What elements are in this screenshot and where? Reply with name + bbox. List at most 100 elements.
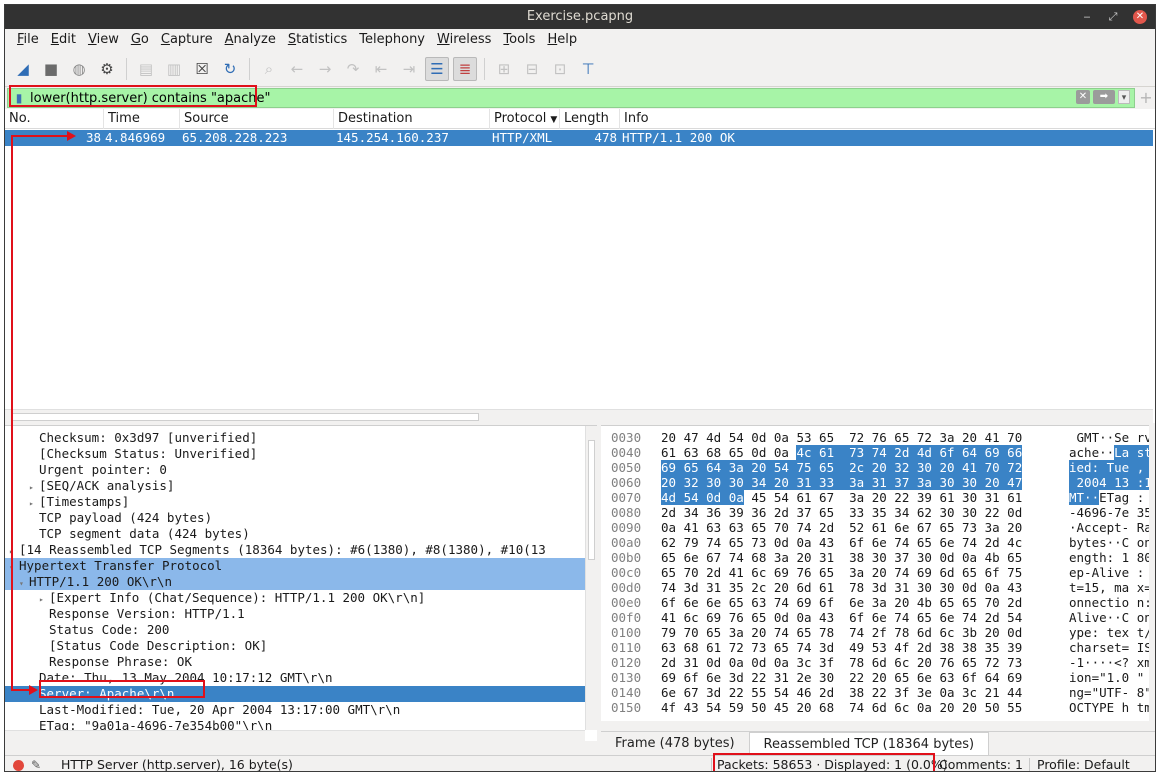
col-header-length[interactable]: Length xyxy=(559,109,619,129)
zoom-in-icon[interactable]: ⊞ xyxy=(492,57,516,81)
colorize-icon[interactable]: ≣ xyxy=(453,56,477,81)
clear-filter-icon[interactable]: ✕ xyxy=(1076,90,1090,104)
minimize-icon[interactable]: ‒ xyxy=(1081,11,1093,23)
menu-tools[interactable]: Tools xyxy=(497,29,541,51)
display-filter-input[interactable]: lower(http.server) contains "apache" xyxy=(30,91,270,106)
hex-row[interactable]: 00a0 62 79 74 65 73 0d 0a 43 6f 6e 74 65 … xyxy=(601,535,1153,550)
col-header-no[interactable]: No. xyxy=(5,109,103,129)
resize-columns-icon[interactable]: ⊤ xyxy=(576,57,600,81)
tree-item[interactable]: [Status Code Description: OK] xyxy=(5,638,585,654)
last-packet-icon[interactable]: ⇥ xyxy=(397,57,421,81)
col-header-info[interactable]: Info xyxy=(619,109,1153,129)
hex-offset: 00e0 xyxy=(611,595,642,610)
hex-row[interactable]: 00b0 65 6e 67 74 68 3a 20 31 38 30 37 30 … xyxy=(601,550,1153,565)
tree-item[interactable]: Date: Thu, 13 May 2004 10:17:12 GMT\r\n xyxy=(5,670,585,686)
display-filter-bar[interactable]: ▮ lower(http.server) contains "apache" ✕… xyxy=(7,88,1135,108)
tree-item[interactable]: [Checksum Status: Unverified] xyxy=(5,446,585,462)
menu-mnemonic: C xyxy=(160,32,170,47)
tree-item[interactable]: TCP segment data (424 bytes) xyxy=(5,526,585,542)
apply-filter-icon[interactable]: ➡ xyxy=(1093,90,1115,104)
hex-row[interactable]: 0070 4d 54 0d 0a 45 54 61 67 3a 20 22 39 … xyxy=(601,490,1153,505)
autoscroll-icon[interactable]: ☰ xyxy=(425,56,449,81)
hex-row[interactable]: 00c0 65 70 2d 41 6c 69 76 65 3a 20 74 69 … xyxy=(601,565,1153,580)
menu-analyze[interactable]: Analyze xyxy=(219,29,282,51)
tree-item[interactable]: ▸ [14 Reassembled TCP Segments (18364 byt… xyxy=(5,542,585,558)
menu-go[interactable]: Go xyxy=(125,29,155,51)
start-capture-icon[interactable]: ◢ xyxy=(11,57,35,81)
hex-row[interactable]: 0130 69 6f 6e 3d 22 31 2e 30 22 20 65 6e … xyxy=(601,670,1153,685)
tree-item[interactable]: ▾ Hypertext Transfer Protocol xyxy=(5,558,585,574)
menu-edit[interactable]: Edit xyxy=(45,29,82,51)
go-to-packet-icon[interactable]: ↷ xyxy=(341,57,365,81)
scrollbar-thumb[interactable] xyxy=(588,440,595,560)
packet-list: No. Time Source Destination Protocol ▼ Le… xyxy=(5,109,1155,423)
zoom-out-icon[interactable]: ⊟ xyxy=(520,57,544,81)
tree-item[interactable]: Response Phrase: OK xyxy=(5,654,585,670)
close-icon[interactable]: ✕ xyxy=(1133,10,1147,24)
hex-row[interactable]: 0110 63 68 61 72 73 65 74 3d 49 53 4f 2d … xyxy=(601,640,1153,655)
tree-item[interactable]: ▾ HTTP/1.1 200 OK\r\n xyxy=(5,574,585,590)
tree-item[interactable]: ▸ [SEQ/ACK analysis] xyxy=(5,478,585,494)
hex-row[interactable]: 0080 2d 34 36 39 36 2d 37 65 33 35 34 62 … xyxy=(601,505,1153,520)
open-file-icon[interactable]: ▤ xyxy=(134,57,158,81)
details-vscrollbar[interactable] xyxy=(585,426,597,730)
tree-item[interactable]: TCP payload (424 bytes) xyxy=(5,510,585,526)
hex-row[interactable]: 00e0 6f 6e 6e 65 63 74 69 6f 6e 3a 20 4b … xyxy=(601,595,1153,610)
restore-icon[interactable]: ⤢ xyxy=(1107,11,1119,23)
hex-row[interactable]: 0040 61 63 68 65 0d 0a 4c 61 73 74 2d 4d … xyxy=(601,445,1153,460)
tree-item[interactable]: Response Version: HTTP/1.1 xyxy=(5,606,585,622)
hex-row[interactable]: 0030 20 47 4d 54 0d 0a 53 65 72 76 65 72 … xyxy=(601,430,1153,445)
go-forward-icon[interactable]: → xyxy=(313,57,337,81)
hex-row[interactable]: 0090 0a 41 63 63 65 70 74 2d 52 61 6e 67 … xyxy=(601,520,1153,535)
tree-item[interactable]: Server: Apache\r\n xyxy=(5,686,585,702)
tree-item[interactable]: Urgent pointer: 0 xyxy=(5,462,585,478)
hex-row[interactable]: 00f0 41 6c 69 76 65 0d 0a 43 6f 6e 74 65 … xyxy=(601,610,1153,625)
menu-view[interactable]: View xyxy=(82,29,125,51)
normal-size-icon[interactable]: ⊡ xyxy=(548,57,572,81)
find-packet-icon[interactable]: ⌕ xyxy=(257,57,281,81)
tree-item[interactable]: Last-Modified: Tue, 20 Apr 2004 13:17:00… xyxy=(5,702,585,718)
first-packet-icon[interactable]: ⇤ xyxy=(369,57,393,81)
restart-capture-icon[interactable]: ◍ xyxy=(67,57,91,81)
hex-row[interactable]: 0100 79 70 65 3a 20 74 65 78 74 2f 78 6d … xyxy=(601,625,1153,640)
col-header-time[interactable]: Time xyxy=(103,109,179,129)
capture-options-icon[interactable]: ⚙ xyxy=(95,57,119,81)
tree-item[interactable]: ▸ [Expert Info (Chat/Sequence): HTTP/1.1 … xyxy=(5,590,585,606)
packet-list-hscrollbar[interactable] xyxy=(5,409,1153,423)
menu-wireless[interactable]: Wireless xyxy=(431,29,497,51)
stop-capture-icon[interactable]: ■ xyxy=(39,57,63,81)
menu-capture[interactable]: Capture xyxy=(155,29,219,51)
status-profile[interactable]: Profile: Default xyxy=(1037,756,1130,771)
tab-frame-bytes[interactable]: Frame (478 bytes) xyxy=(601,732,749,756)
save-file-icon[interactable]: ▥ xyxy=(162,57,186,81)
tree-item[interactable]: Checksum: 0x3d97 [unverified] xyxy=(5,430,585,446)
menu-telephony[interactable]: Telephony xyxy=(353,29,431,51)
expert-info-icon[interactable] xyxy=(13,760,24,771)
filter-history-chevron-icon[interactable]: ▾ xyxy=(1118,90,1130,104)
hex-row[interactable]: 0120 2d 31 0d 0a 0d 0a 3c 3f 78 6d 6c 20 … xyxy=(601,655,1153,670)
hex-row[interactable]: 0140 6e 67 3d 22 55 54 46 2d 38 22 3f 3e … xyxy=(601,685,1153,700)
hex-row[interactable]: 0050 69 65 64 3a 20 54 75 65 2c 20 32 30 … xyxy=(601,460,1153,475)
menu-file[interactable]: File xyxy=(11,29,45,51)
tab-reassembled-tcp[interactable]: Reassembled TCP (18364 bytes) xyxy=(748,732,990,756)
add-filter-button-icon[interactable]: + xyxy=(1139,89,1153,107)
edit-comment-icon[interactable]: ✎ xyxy=(31,756,41,771)
col-header-source[interactable]: Source xyxy=(179,109,333,129)
hex-row[interactable]: 00d0 74 3d 31 35 2c 20 6d 61 78 3d 31 30 … xyxy=(601,580,1153,595)
col-header-protocol[interactable]: Protocol ▼ xyxy=(489,109,559,129)
bytes-vscrollbar[interactable] xyxy=(1149,425,1155,721)
go-back-icon[interactable]: ← xyxy=(285,57,309,81)
col-header-destination[interactable]: Destination xyxy=(333,109,489,129)
table-row[interactable]: 38 4.846969 65.208.228.223 145.254.160.2… xyxy=(5,130,1153,146)
reload-file-icon[interactable]: ↻ xyxy=(218,57,242,81)
menu-statistics[interactable]: Statistics xyxy=(282,29,353,51)
tree-item[interactable]: ▸ [Timestamps] xyxy=(5,494,585,510)
close-file-icon[interactable]: ☒ xyxy=(190,57,214,81)
tree-item[interactable]: Status Code: 200 xyxy=(5,622,585,638)
hex-row[interactable]: 0060 20 32 30 30 34 20 31 33 3a 31 37 3a … xyxy=(601,475,1153,490)
details-hscrollbar[interactable] xyxy=(5,730,585,741)
bookmark-icon[interactable]: ▮ xyxy=(12,90,26,106)
hex-row[interactable]: 0150 4f 43 54 59 50 45 20 68 74 6d 6c 0a … xyxy=(601,700,1153,715)
scrollbar-thumb[interactable] xyxy=(11,413,479,421)
menu-help[interactable]: Help xyxy=(541,29,583,51)
